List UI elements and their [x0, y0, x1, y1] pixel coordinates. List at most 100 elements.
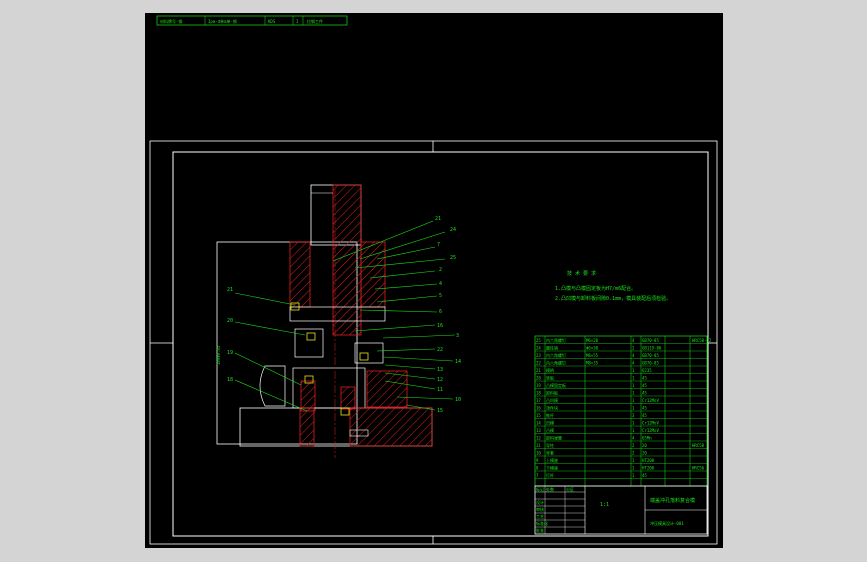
bom-cell: 凸模: [546, 427, 554, 433]
bom-cell: 4: [632, 361, 635, 366]
bom-table: 25 内六角螺钉 M6×20 4 GB70-85 HRC58-6224 圆柱销 Φ6×30 2 G…: [534, 335, 712, 487]
bom-cell: M8×35: [586, 361, 599, 366]
tb-header-cell: 分区: [566, 486, 574, 492]
bom-cell: 圆柱销: [546, 345, 558, 351]
bom-cell: 21: [536, 368, 541, 373]
bom-cell: GB70-85: [642, 338, 659, 343]
bom-cell: 凸模固定板: [546, 382, 566, 388]
bom-cell: 卸料弹簧: [546, 435, 562, 441]
tb-row-label: 工艺: [536, 514, 544, 519]
tb-row-label: 标准化: [536, 520, 548, 526]
part-label: 21: [227, 287, 233, 293]
bom-cell: 45: [642, 391, 647, 396]
bom-cell: 20: [642, 451, 647, 456]
bom-cell: 22: [536, 361, 541, 366]
bom-cell: 9: [536, 458, 539, 463]
part-label: 20: [227, 318, 233, 324]
bom-cell: 模柄: [546, 367, 554, 373]
tb-drawing-no: 冲压模具设计-001: [650, 520, 684, 526]
left-dimension: 180±0.05: [216, 345, 221, 365]
bom-cell: 导套: [546, 450, 554, 456]
bom-cell: 凹模: [546, 420, 554, 426]
die-section-view: [216, 184, 433, 458]
bom-cell: 1: [632, 398, 635, 403]
bom-cell: 25: [536, 338, 541, 343]
bom-cell: Cr12MoV: [642, 428, 659, 433]
bom-cell: 3: [632, 413, 635, 418]
bom-cell: 凸凹模: [546, 397, 558, 403]
bom-cell: 1: [632, 428, 635, 433]
part-label: 18: [227, 377, 233, 383]
part-label: 12: [437, 377, 443, 383]
bom-cell: 内六角螺钉: [546, 337, 566, 343]
part-label: 13: [437, 367, 443, 373]
bom-cell: 1: [632, 473, 635, 478]
tb-row-label: 批准: [536, 527, 544, 533]
bom-cell: HT200: [642, 466, 655, 471]
part-label: 15: [437, 408, 443, 414]
top-note-cell: KDS: [268, 19, 276, 24]
bom-cell: 11: [536, 443, 541, 448]
part-labels: 21 24 7 25 2 4 5 6 16 3 22 14 13 12 11 1…: [435, 216, 461, 414]
top-note-cell: 材料牌号-钢: [160, 18, 182, 24]
bom-note: HRC58-62: [692, 338, 712, 343]
tb-row-label: 审核: [536, 506, 544, 512]
bom-cell: 推杆: [546, 412, 554, 418]
bom-cell: 10: [536, 451, 541, 456]
bom-note: HRC56: [692, 466, 705, 471]
part-label: 22: [437, 347, 443, 353]
bom-cell: 上模座: [546, 457, 558, 463]
bom-cell: 13: [536, 428, 541, 433]
bom-cell: 2: [632, 443, 635, 448]
part-label: 19: [227, 350, 233, 356]
tech-requirements: 技 术 要 求 1.凸模与凸模固定板为H7/m6配合。 2.凸凹模与卸料板间隙0…: [555, 270, 671, 302]
bom-cell: 24: [536, 346, 541, 351]
bom-cell: 4: [632, 436, 635, 441]
part-label: 21: [435, 216, 441, 222]
left-labels: 21 20 19 18 180±0.05: [216, 287, 233, 383]
bom-cell: 45: [642, 376, 647, 381]
tech-req-title: 技 术 要 求: [567, 270, 596, 277]
bom-cell: 1: [632, 458, 635, 463]
tb-row-label: 设计: [536, 499, 544, 505]
bom-cell: 内六角螺钉: [546, 352, 566, 358]
tb-scale: 1:1: [600, 502, 609, 508]
tb-header-cell: 标记: [536, 486, 544, 492]
bom-cell: M8×55: [586, 353, 599, 358]
bom-cell: Φ6×30: [586, 346, 599, 351]
bom-cell: 65Mn: [642, 436, 652, 441]
bom-cell: M6×20: [586, 338, 599, 343]
top-note-cell: Ipm-d单m单-钢: [208, 18, 237, 24]
tech-req-line: 2.凸凹模与卸料板间隙0.1mm，模具装配后须检验。: [555, 295, 671, 302]
bom-cell: Cr12MoV: [642, 421, 659, 426]
bom-cell: 卸料板: [546, 390, 558, 396]
bom-cell: 16: [536, 406, 541, 411]
title-block: 标记 处数 分区 设计 审核 工艺 标准化 批准 1:1 端盖冲孔落料复合模 冲…: [534, 485, 708, 535]
bom-cell: 1: [632, 376, 635, 381]
cad-drawing: 材料牌号-钢 Ipm-d单m单-钢 KDS I 拉钢工件 21 24 7 25 …: [149, 15, 718, 545]
bom-cell: 15: [536, 413, 541, 418]
tech-req-line: 1.凸模与凸模固定板为H7/m6配合。: [555, 285, 636, 292]
bom-cell: 45: [642, 406, 647, 411]
bom-cell: 23: [536, 353, 541, 358]
bom-cell: 打杆: [546, 472, 554, 478]
bom-cell: 7: [536, 473, 539, 478]
bom-cell: 45: [642, 383, 647, 388]
bom-cell: 2: [632, 346, 635, 351]
top-note-cell: 拉钢工件: [307, 18, 323, 24]
part-label: 7: [437, 242, 440, 248]
part-label: 10: [455, 397, 461, 403]
bom-cell: 1: [632, 421, 635, 426]
cad-viewport[interactable]: 材料牌号-钢 Ipm-d单m单-钢 KDS I 拉钢工件 21 24 7 25 …: [145, 13, 723, 548]
bom-cell: 内六角螺钉: [546, 360, 566, 366]
part-label: 16: [437, 323, 443, 329]
bom-cell: 19: [536, 383, 541, 388]
part-label: 14: [455, 359, 461, 365]
bom-cell: 下模座: [546, 465, 558, 471]
bom-cell: 18: [536, 391, 541, 396]
bom-cell: 4: [632, 338, 635, 343]
bom-cell: 1: [632, 383, 635, 388]
part-label: 25: [450, 255, 456, 261]
tb-title: 端盖冲孔落料复合模: [650, 497, 695, 504]
bom-cell: Cr12MoV: [642, 398, 659, 403]
